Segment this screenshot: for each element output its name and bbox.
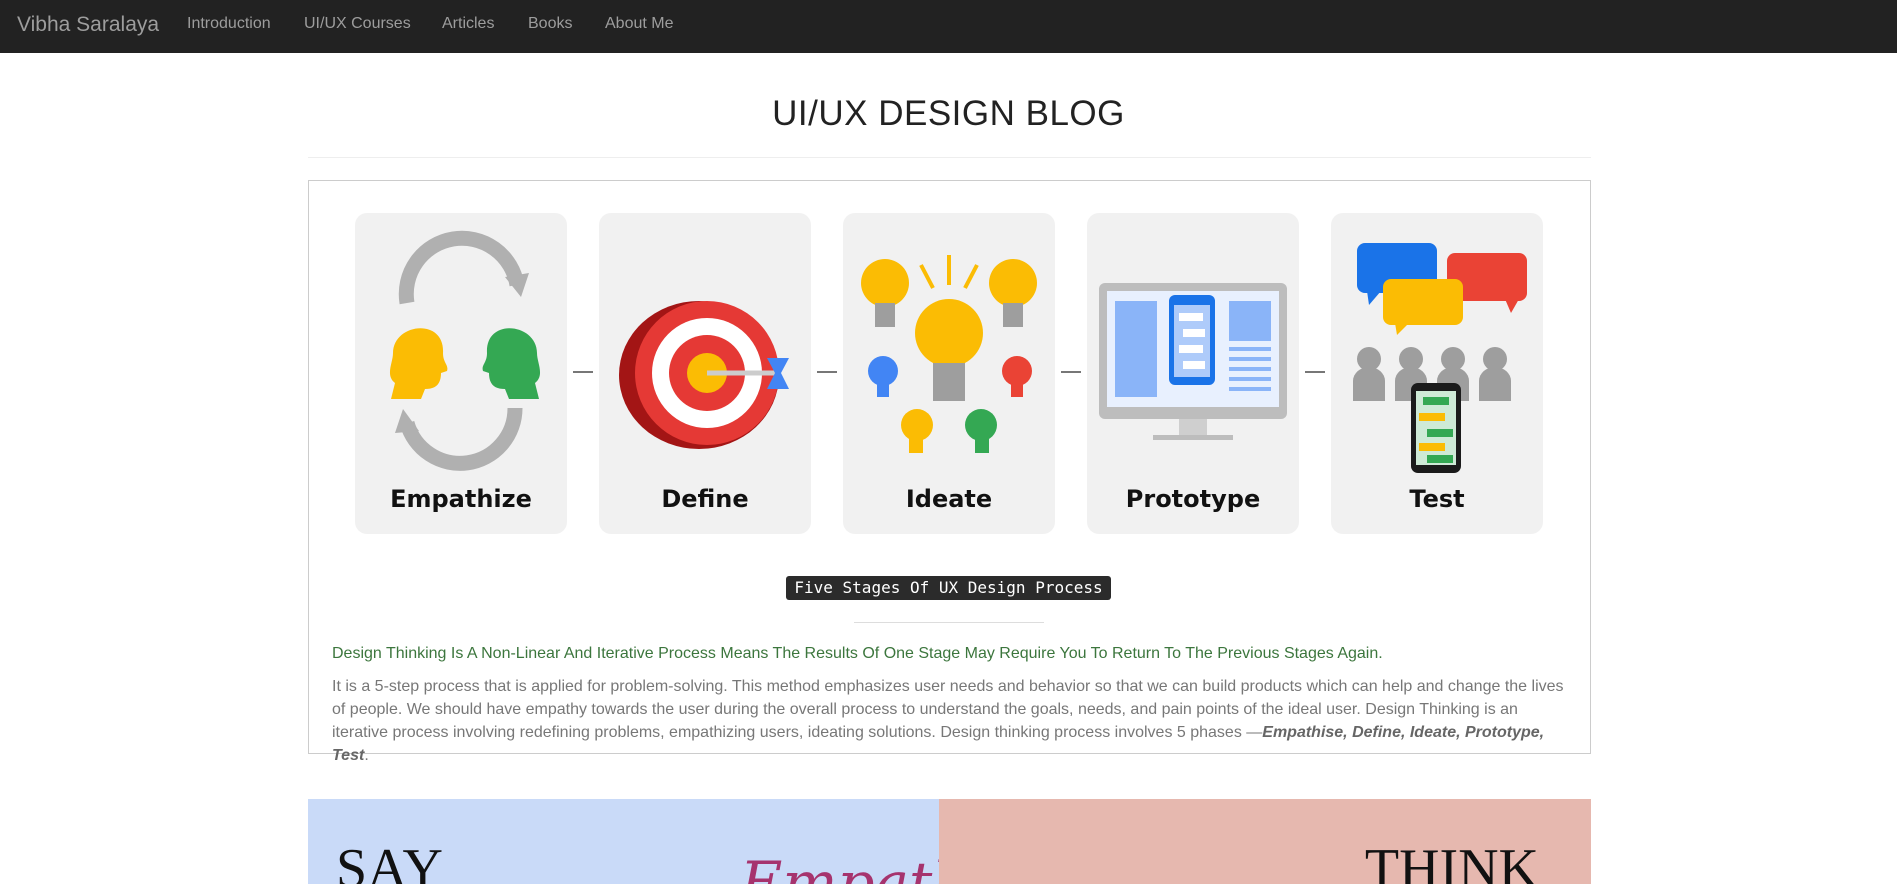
- lightbulb-icon: [861, 255, 1037, 453]
- stage-connector: [817, 371, 837, 373]
- article-card: Empathize Define Ideate Prototype Test F…: [308, 180, 1591, 764]
- nav-introduction[interactable]: Introduction: [187, 15, 271, 33]
- page-title: UI/UX DESIGN BLOG: [772, 94, 1125, 133]
- banner-think-label: THINK: [1364, 838, 1539, 884]
- nav-books[interactable]: Books: [528, 15, 572, 33]
- empathize-icon: [389, 230, 541, 471]
- stage-label-ideate: Ideate: [905, 485, 993, 513]
- nav-uiux-courses[interactable]: UI/UX Courses: [304, 15, 411, 33]
- stage-card-empathize: Empathize: [355, 213, 567, 534]
- stage-card-test: Test: [1331, 213, 1543, 534]
- navbar: Vibha Saralaya Introduction UI/UX Course…: [0, 0, 1897, 53]
- target-icon: [619, 301, 789, 449]
- user-testing-icon: [1353, 243, 1527, 473]
- image-caption: Five Stages Of UX Design Process: [786, 576, 1111, 600]
- brand-link[interactable]: Vibha Saralaya: [17, 13, 159, 37]
- stage-connector: [1305, 371, 1325, 373]
- banner-left-panel: SAY Empathy: [308, 799, 1002, 884]
- stage-card-define: Define: [599, 213, 811, 534]
- article-body-end: .: [364, 747, 369, 764]
- stage-card-prototype: Prototype: [1087, 213, 1299, 534]
- nav-about-me[interactable]: About Me: [605, 15, 673, 33]
- banner-say-label: SAY: [336, 838, 443, 884]
- stage-card-ideate: Ideate: [843, 213, 1055, 534]
- stage-label-define: Define: [661, 485, 749, 513]
- stage-label-empathize: Empathize: [390, 485, 532, 513]
- article-lead: Design Thinking Is A Non-Linear And Iter…: [332, 645, 1383, 662]
- stage-connector: [1061, 371, 1081, 373]
- nav-articles[interactable]: Articles: [442, 15, 494, 33]
- caption-divider: [854, 622, 1044, 623]
- article-body: It is a 5-step process that is applied f…: [332, 675, 1572, 767]
- banner-right-panel: THINK: [939, 799, 1591, 884]
- stage-connector: [573, 371, 593, 373]
- title-divider: [308, 157, 1591, 158]
- stage-label-prototype: Prototype: [1125, 485, 1261, 513]
- stage-label-test: Test: [1409, 485, 1465, 513]
- empathy-map-banner: SAY Empathy THINK: [308, 799, 1591, 884]
- monitor-icon: [1099, 283, 1287, 440]
